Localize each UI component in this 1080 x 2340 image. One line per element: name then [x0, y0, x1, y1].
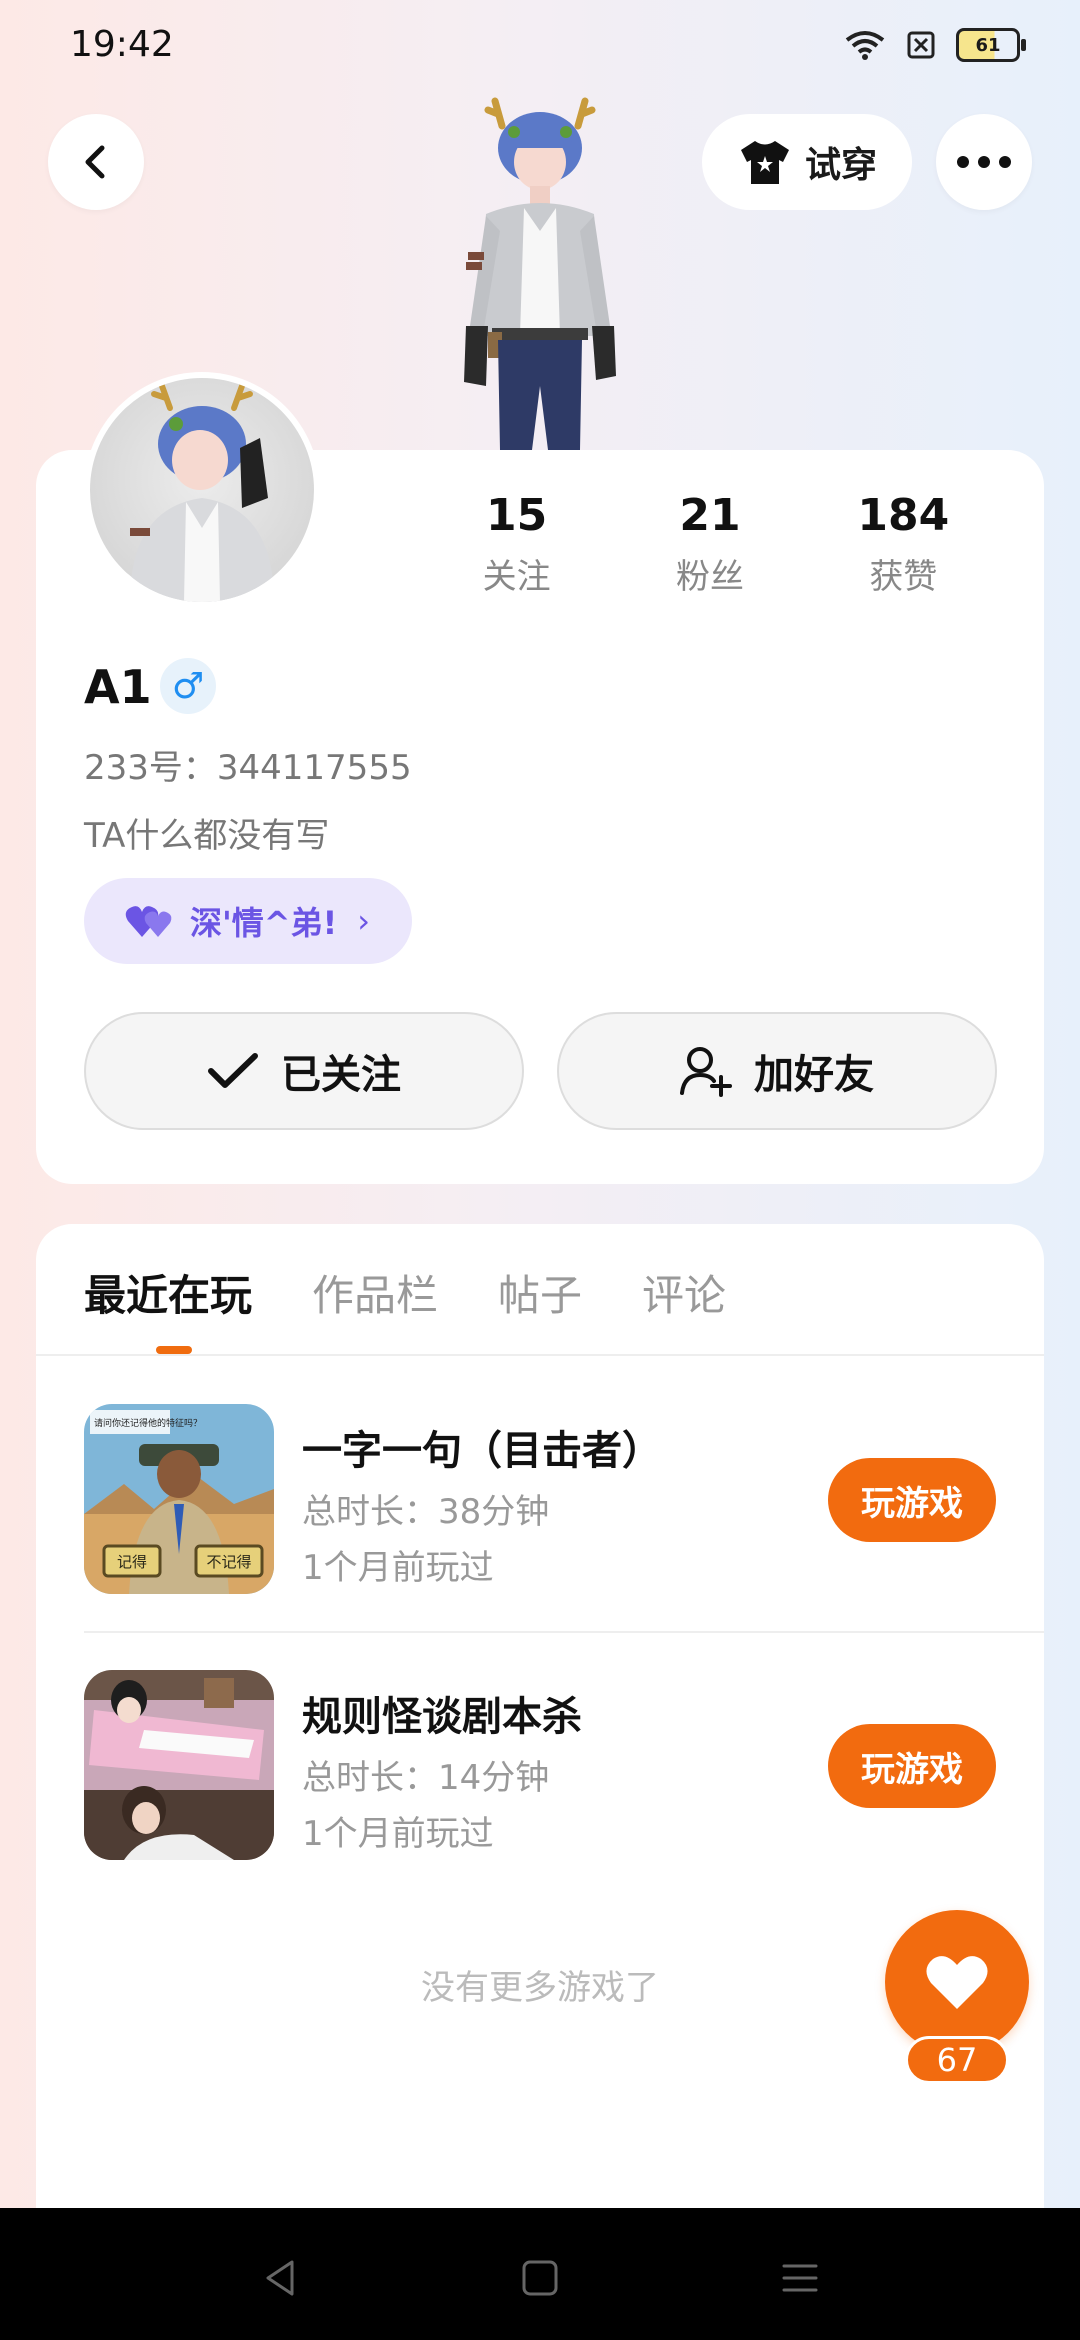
more-dots-icon	[957, 156, 1011, 168]
stat-label: 获赞	[869, 557, 938, 597]
shirt-icon	[740, 141, 789, 184]
chevron-left-icon	[85, 145, 105, 179]
game-thumbnail	[84, 1670, 274, 1860]
stat-label: 关注	[482, 557, 551, 597]
game-list-item[interactable]: 请问你还记得他的特征吗？ 记得 不记得 一字一句（目击者） 总时长：38分钟 1…	[84, 1404, 996, 1594]
play-game-button[interactable]: 玩游戏	[828, 1724, 996, 1808]
wifi-icon	[845, 31, 885, 60]
tab-recently-played[interactable]: 最近在玩	[84, 1262, 252, 1323]
profile-stats: 15 关注 21 粉丝 184 获赞	[440, 490, 1000, 598]
game-last-played: 1个月前玩过	[302, 1548, 494, 1588]
game-title: 一字一句（目击者）	[302, 1428, 662, 1474]
profile-avatar[interactable]	[84, 372, 320, 608]
square-home-icon	[522, 2260, 558, 2296]
double-heart-icon	[125, 906, 172, 937]
game-title: 规则怪谈剧本杀	[302, 1694, 582, 1740]
character-figure[interactable]	[440, 96, 640, 450]
active-tab-indicator	[156, 1346, 192, 1354]
sim-disabled-icon	[907, 31, 935, 59]
heart-icon	[926, 1956, 988, 2009]
more-options-button[interactable]	[936, 114, 1032, 210]
thumb-caption: 请问你还记得他的特征吗？	[94, 1417, 202, 1429]
like-button[interactable]	[885, 1910, 1029, 2054]
stat-value: 21	[679, 490, 741, 541]
profile-tabs: 最近在玩 作品栏 帖子 评论	[84, 1262, 786, 1323]
chevron-right-icon: ›	[357, 902, 371, 940]
try-on-button[interactable]: 试穿	[702, 114, 912, 210]
tab-posts[interactable]: 帖子	[498, 1262, 582, 1323]
system-nav-bar	[0, 2208, 1080, 2340]
game-thumbnail: 请问你还记得他的特征吗？ 记得 不记得	[84, 1404, 274, 1594]
row-divider	[84, 1631, 1044, 1633]
stat-likes[interactable]: 184 获赞	[807, 490, 1000, 598]
tab-comments[interactable]: 评论	[642, 1262, 726, 1323]
status-bar: 19:42 61	[0, 0, 1080, 96]
follow-label: 已关注	[281, 1052, 401, 1098]
user-bio: TA什么都没有写	[84, 816, 330, 856]
like-count-badge: 67	[905, 2036, 1009, 2084]
play-game-button[interactable]: 玩游戏	[828, 1458, 996, 1542]
menu-lines-icon	[782, 2264, 818, 2292]
user-id: 233号：344117555	[84, 748, 412, 788]
battery-indicator: 61	[956, 28, 1026, 62]
nav-home-button[interactable]	[510, 2248, 570, 2308]
add-friend-label: 加好友	[754, 1052, 874, 1098]
game-list-item[interactable]: 规则怪谈剧本杀 总时长：14分钟 1个月前玩过 玩游戏	[84, 1670, 996, 1860]
try-on-label: 试穿	[804, 145, 877, 186]
stat-value: 184	[857, 490, 950, 541]
thumb-text-right: 不记得	[206, 1553, 251, 1571]
nav-menu-button[interactable]	[770, 2248, 830, 2308]
battery-level: 61	[975, 34, 1001, 56]
add-friend-button[interactable]: 加好友	[557, 1012, 997, 1130]
follow-button[interactable]: 已关注	[84, 1012, 524, 1130]
game-duration: 总时长：38分钟	[302, 1492, 550, 1532]
triangle-back-icon	[266, 2260, 294, 2296]
back-button[interactable]	[48, 114, 144, 210]
avatar-image	[90, 378, 314, 602]
male-gender-icon: ♂	[160, 658, 216, 714]
status-time: 19:42	[70, 24, 174, 65]
nav-back-button[interactable]	[250, 2248, 310, 2308]
status-icons: 61	[844, 28, 1026, 62]
add-user-icon	[680, 1047, 732, 1097]
game-thumbnail-art	[84, 1670, 274, 1860]
stat-following[interactable]: 15 关注	[420, 490, 613, 598]
tabs-divider	[36, 1354, 1044, 1356]
thumb-text-left: 记得	[117, 1553, 147, 1571]
stat-label: 粉丝	[675, 557, 744, 597]
checkmark-icon	[208, 1053, 258, 1088]
stat-followers[interactable]: 21 粉丝	[613, 490, 806, 598]
bond-label: 深'情^弟!	[190, 904, 338, 942]
game-thumbnail-art: 请问你还记得他的特征吗？ 记得 不记得	[84, 1404, 274, 1594]
stat-value: 15	[486, 490, 548, 541]
game-last-played: 1个月前玩过	[302, 1814, 494, 1854]
tab-works[interactable]: 作品栏	[312, 1262, 438, 1323]
username: A1	[84, 660, 152, 714]
avatar-portrait	[130, 383, 274, 602]
bond-tag-button[interactable]: 深'情^弟! ›	[84, 878, 412, 964]
game-duration: 总时长：14分钟	[302, 1758, 550, 1798]
